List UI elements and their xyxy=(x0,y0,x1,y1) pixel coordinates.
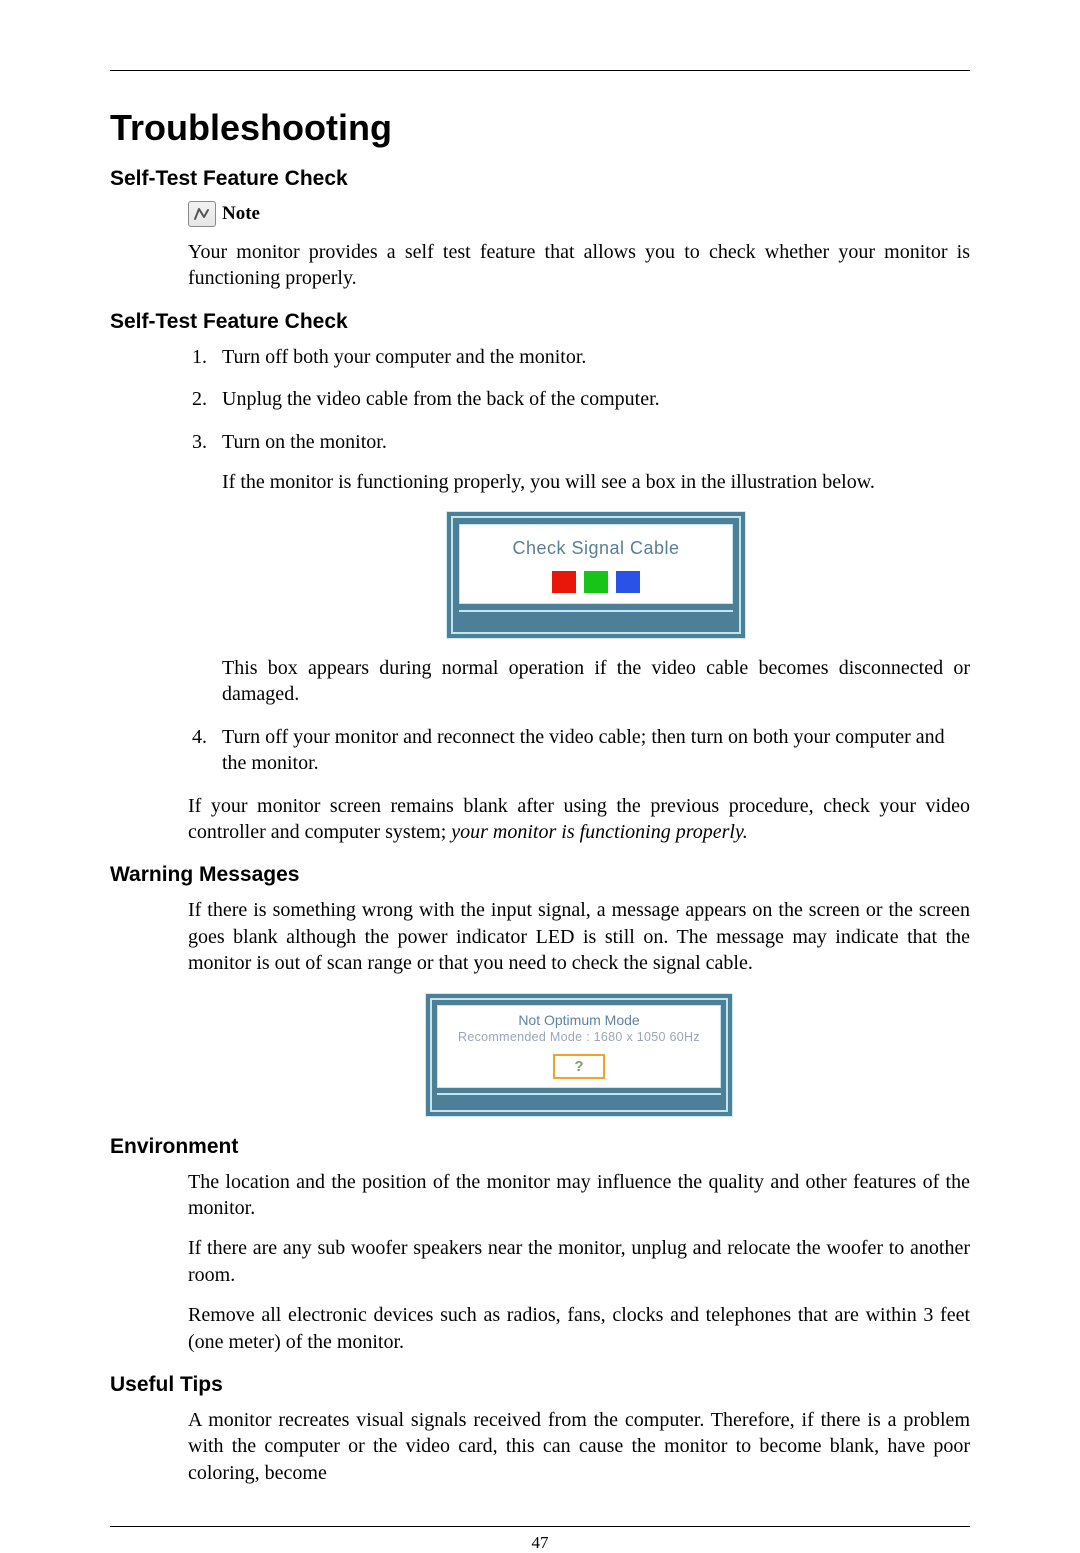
osd-swatches xyxy=(466,571,726,593)
osd2-footer-bar xyxy=(437,1093,721,1105)
rule-top xyxy=(110,70,970,71)
swatch-red xyxy=(552,571,576,593)
step-3-text: Turn on the monitor. xyxy=(222,431,387,453)
selftest-closing: If your monitor screen remains blank aft… xyxy=(188,793,970,846)
step-4: Turn off your monitor and reconnect the … xyxy=(212,724,970,777)
section-heading-environment: Environment xyxy=(110,1135,970,1159)
closing-italic: your monitor is functioning properly. xyxy=(451,821,747,843)
section-heading-selftest1: Self-Test Feature Check xyxy=(110,167,970,191)
env-p3: Remove all electronic devices such as ra… xyxy=(188,1302,970,1355)
osd-box-frame: Check Signal Cable xyxy=(451,516,741,634)
step-1: Turn off both your computer and the moni… xyxy=(212,344,970,370)
figure-check-signal: Check Signal Cable xyxy=(222,511,970,639)
osd2-box-inner: Not Optimum Mode Recommended Mode : 1680… xyxy=(437,1005,721,1088)
note-label: Note xyxy=(222,203,260,225)
section-body-tips: A monitor recreates visual signals recei… xyxy=(188,1407,970,1486)
osd2-box-frame: Not Optimum Mode Recommended Mode : 1680… xyxy=(430,998,728,1112)
page-number: 47 xyxy=(110,1533,970,1553)
osd2-line1: Not Optimum Mode xyxy=(442,1012,716,1028)
step-2-text: Unplug the video cable from the back of … xyxy=(222,388,660,410)
osd-box-inner: Check Signal Cable xyxy=(459,524,733,604)
figure-not-optimum: Not Optimum Mode Recommended Mode : 1680… xyxy=(188,993,970,1117)
section-heading-warning: Warning Messages xyxy=(110,863,970,887)
warning-body: If there is something wrong with the inp… xyxy=(188,897,970,976)
swatch-green xyxy=(584,571,608,593)
section-heading-tips: Useful Tips xyxy=(110,1373,970,1397)
note-row: Note xyxy=(188,201,970,227)
osd-box-outer: Check Signal Cable xyxy=(446,511,746,639)
step-3-sub: If the monitor is functioning properly, … xyxy=(222,469,970,495)
section-body-warning: If there is something wrong with the inp… xyxy=(188,897,970,1116)
osd-message: Check Signal Cable xyxy=(466,537,726,561)
note-body-text: Your monitor provides a self test featur… xyxy=(188,239,970,292)
note-icon xyxy=(188,201,216,227)
document-page: Troubleshooting Self-Test Feature Check … xyxy=(0,0,1080,1527)
tips-p1: A monitor recreates visual signals recei… xyxy=(188,1407,970,1486)
osd2-box-outer: Not Optimum Mode Recommended Mode : 1680… xyxy=(425,993,733,1117)
section-heading-selftest2: Self-Test Feature Check xyxy=(110,310,970,334)
osd-footer-bar xyxy=(459,610,733,626)
env-p1: The location and the position of the mon… xyxy=(188,1169,970,1222)
section-body-selftest1: Note Your monitor provides a self test f… xyxy=(188,201,970,292)
page-title: Troubleshooting xyxy=(110,107,970,149)
osd2-question: ? xyxy=(553,1054,605,1079)
closing-paragraph: If your monitor screen remains blank aft… xyxy=(188,793,970,846)
swatch-blue xyxy=(616,571,640,593)
step-1-text: Turn off both your computer and the moni… xyxy=(222,346,586,368)
step-3: Turn on the monitor. If the monitor is f… xyxy=(212,429,970,708)
env-p2: If there are any sub woofer speakers nea… xyxy=(188,1235,970,1288)
osd2-line2: Recommended Mode : 1680 x 1050 60Hz xyxy=(442,1030,716,1044)
step-3-after: This box appears during normal operation… xyxy=(222,655,970,708)
step-2: Unplug the video cable from the back of … xyxy=(212,386,970,412)
step-4-text: Turn off your monitor and reconnect the … xyxy=(222,726,945,774)
section-body-environment: The location and the position of the mon… xyxy=(188,1169,970,1355)
steps-list: Turn off both your computer and the moni… xyxy=(110,344,970,777)
